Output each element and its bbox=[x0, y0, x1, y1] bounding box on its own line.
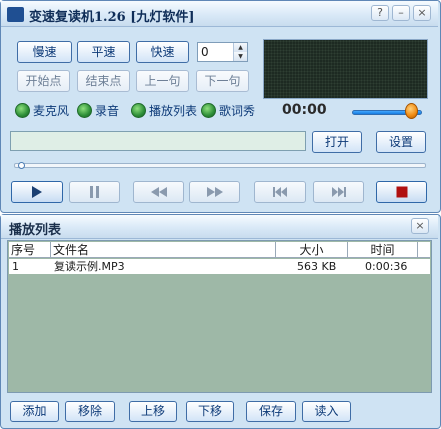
stop-button[interactable] bbox=[376, 181, 427, 203]
next-sentence-button[interactable]: 下一句 bbox=[196, 70, 249, 92]
window-title: 变速复读机1.26 [九灯软件] bbox=[29, 10, 195, 25]
start-point-button[interactable]: 开始点 bbox=[17, 70, 70, 92]
stop-icon bbox=[396, 186, 407, 198]
lyrics-indicator-icon bbox=[201, 102, 216, 118]
remove-button[interactable]: 移除 bbox=[65, 401, 115, 422]
play-icon bbox=[32, 186, 42, 198]
speed-value: 0 bbox=[201, 45, 209, 59]
progress-thumb[interactable] bbox=[18, 162, 25, 169]
time-display: 00:00 bbox=[282, 102, 327, 118]
table-row[interactable]: 1 复读示例.MP3 563 KB 0:00:36 bbox=[9, 259, 430, 274]
next-track-button[interactable] bbox=[313, 181, 364, 203]
next-icon bbox=[331, 187, 346, 197]
help-button[interactable]: ? bbox=[371, 5, 389, 21]
load-button[interactable]: 读入 bbox=[302, 401, 351, 422]
record-label: 录音 bbox=[95, 103, 120, 118]
lyrics-toggle[interactable]: 歌词秀 bbox=[201, 101, 255, 119]
stepper-down-icon[interactable]: ▼ bbox=[233, 52, 247, 61]
play-button[interactable] bbox=[11, 181, 63, 203]
fast-forward-icon bbox=[206, 187, 223, 197]
end-point-button[interactable]: 结束点 bbox=[77, 70, 130, 92]
column-size[interactable]: 大小 bbox=[276, 242, 348, 258]
slow-speed-button[interactable]: 慢速 bbox=[17, 41, 72, 63]
close-button[interactable]: × bbox=[413, 5, 431, 21]
playlist-toggle[interactable]: 播放列表 bbox=[131, 101, 197, 119]
title-bar: 变速复读机1.26 [九灯软件] ? – × bbox=[1, 1, 438, 27]
progress-bar[interactable] bbox=[14, 163, 426, 168]
move-down-button[interactable]: 下移 bbox=[186, 401, 234, 422]
settings-button[interactable]: 设置 bbox=[376, 131, 426, 153]
rewind-icon bbox=[150, 187, 167, 197]
add-button[interactable]: 添加 bbox=[10, 401, 59, 422]
column-index[interactable]: 序号 bbox=[9, 242, 51, 258]
fast-forward-button[interactable] bbox=[189, 181, 240, 203]
normal-speed-button[interactable]: 平速 bbox=[77, 41, 130, 63]
pause-button[interactable] bbox=[69, 181, 120, 203]
speed-stepper[interactable]: 0 ▲ ▼ bbox=[197, 42, 248, 62]
fast-speed-button[interactable]: 快速 bbox=[136, 41, 189, 63]
record-indicator-icon bbox=[77, 102, 92, 118]
minimize-button[interactable]: – bbox=[392, 5, 410, 21]
row-time: 0:00:36 bbox=[365, 260, 408, 273]
row-size: 563 KB bbox=[297, 260, 337, 273]
app-icon bbox=[7, 7, 24, 22]
open-button[interactable]: 打开 bbox=[312, 131, 362, 153]
stepper-up-icon[interactable]: ▲ bbox=[233, 43, 247, 52]
playlist-title-bar: 播放列表 × bbox=[1, 215, 438, 239]
playlist-title: 播放列表 bbox=[9, 223, 62, 238]
volume-thumb[interactable] bbox=[404, 103, 418, 119]
row-filename: 复读示例.MP3 bbox=[54, 260, 125, 273]
column-filename[interactable]: 文件名 bbox=[51, 242, 276, 258]
rewind-button[interactable] bbox=[133, 181, 184, 203]
record-toggle[interactable]: 录音 bbox=[77, 101, 119, 119]
row-index: 1 bbox=[12, 260, 19, 273]
microphone-toggle[interactable]: 麦克风 bbox=[15, 101, 69, 119]
microphone-label: 麦克风 bbox=[33, 103, 70, 118]
move-up-button[interactable]: 上移 bbox=[129, 401, 177, 422]
save-button[interactable]: 保存 bbox=[246, 401, 296, 422]
playlist-indicator-icon bbox=[131, 102, 146, 118]
table-header: 序号 文件名 大小 时间 bbox=[9, 242, 430, 258]
file-path-field[interactable] bbox=[10, 131, 306, 151]
lcd-display bbox=[263, 39, 428, 99]
previous-track-button[interactable] bbox=[254, 181, 306, 203]
lyrics-label: 歌词秀 bbox=[219, 103, 256, 118]
previous-icon bbox=[273, 187, 287, 197]
column-time[interactable]: 时间 bbox=[348, 242, 418, 258]
previous-sentence-button[interactable]: 上一句 bbox=[136, 70, 189, 92]
pause-icon bbox=[89, 186, 99, 198]
playlist-table: 序号 文件名 大小 时间 1 复读示例.MP3 563 KB 0:00:36 bbox=[7, 240, 432, 393]
playlist-label: 播放列表 bbox=[149, 103, 198, 118]
playlist-close-button[interactable]: × bbox=[411, 218, 429, 234]
microphone-indicator-icon bbox=[15, 102, 30, 118]
